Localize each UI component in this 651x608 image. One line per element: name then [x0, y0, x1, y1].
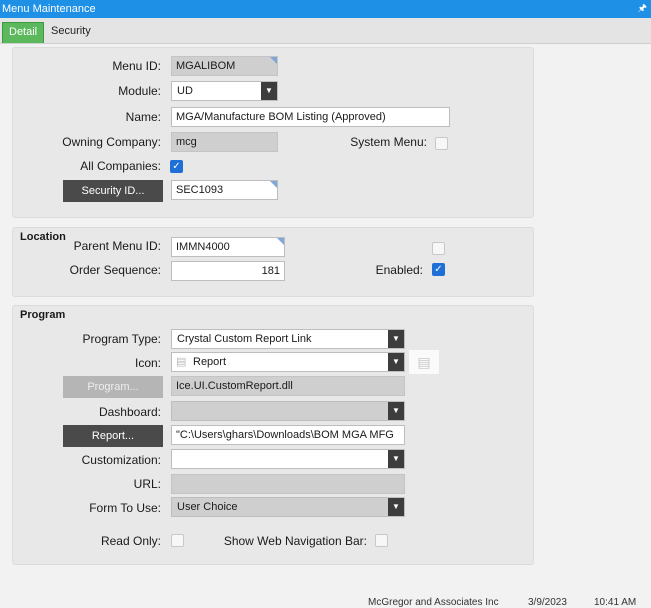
enabled-label: Enabled: — [375, 263, 423, 277]
module-value: UD — [177, 85, 193, 97]
program-type-label: Program Type: — [82, 332, 161, 346]
icon-value: Report — [193, 356, 227, 368]
tab-bar: Detail Security — [0, 18, 651, 44]
menu-id-field[interactable]: MGALIBOM — [171, 56, 278, 76]
show-web-nav-label: Show Web Navigation Bar: — [223, 534, 367, 548]
program-type-value: Crystal Custom Report Link — [177, 333, 312, 345]
customization-select[interactable]: ▼ — [171, 449, 405, 469]
form-to-use-label: Form To Use: — [89, 501, 161, 515]
owning-company-label: Owning Company: — [62, 135, 161, 149]
security-id-field[interactable]: SEC1093 — [171, 180, 278, 200]
form-to-use-select[interactable]: User Choice ▼ — [171, 497, 405, 517]
window-title-bar: Menu Maintenance 🖈 — [0, 0, 651, 18]
dashboard-label: Dashboard: — [98, 405, 161, 419]
name-field[interactable]: MGA/Manufacture BOM Listing (Approved) — [171, 107, 450, 127]
detail-panel: Menu ID: MGALIBOM Module: UD ▼ Name: MGA… — [12, 47, 534, 218]
status-company: McGregor and Associates Inc — [368, 597, 499, 608]
location-checkbox[interactable] — [432, 242, 445, 255]
system-menu-checkbox[interactable] — [435, 137, 448, 150]
all-companies-checkbox[interactable]: ✓ — [170, 160, 183, 173]
pin-icon[interactable]: 🖈 — [638, 0, 647, 18]
location-panel: Location Parent Menu ID: IMMN4000 Order … — [12, 227, 534, 297]
url-label: URL: — [133, 477, 161, 491]
chevron-down-icon[interactable]: ▼ — [388, 498, 404, 516]
checkmark-icon: ✓ — [434, 264, 443, 275]
chevron-down-icon[interactable]: ▼ — [388, 330, 404, 348]
icon-label: Icon: — [134, 356, 161, 370]
system-menu-label: System Menu: — [350, 135, 427, 149]
program-panel: Program Program Type: Crystal Custom Rep… — [12, 305, 534, 565]
icon-preview: ▤ — [409, 350, 439, 374]
name-label: Name: — [125, 110, 161, 124]
status-time: 10:41 AM — [594, 597, 637, 608]
chevron-down-icon[interactable]: ▼ — [388, 353, 404, 371]
order-sequence-label: Order Sequence: — [69, 263, 161, 277]
report-field[interactable]: "C:\Users\ghars\Downloads\BOM MGA MFG — [171, 425, 405, 445]
customization-label: Customization: — [81, 453, 161, 467]
tab-detail[interactable]: Detail — [2, 22, 45, 43]
read-only-label: Read Only: — [100, 534, 161, 548]
chevron-down-icon[interactable]: ▼ — [388, 450, 404, 468]
report-button[interactable]: Report... — [63, 425, 163, 447]
show-web-nav-checkbox[interactable] — [375, 534, 388, 547]
chevron-down-icon[interactable]: ▼ — [261, 82, 277, 100]
status-bar: McGregor and Associates Inc 3/9/2023 10:… — [0, 598, 651, 608]
parent-menu-id-field[interactable]: IMMN4000 — [171, 237, 285, 257]
all-companies-label: All Companies: — [80, 159, 161, 173]
form-to-use-value: User Choice — [177, 501, 238, 513]
icon-select[interactable]: ▤ Report ▼ — [171, 352, 405, 372]
status-date: 3/9/2023 — [528, 597, 567, 608]
enabled-checkbox[interactable]: ✓ — [432, 263, 445, 276]
dashboard-select[interactable]: ▼ — [171, 401, 405, 421]
read-only-checkbox[interactable] — [171, 534, 184, 547]
program-type-select[interactable]: Crystal Custom Report Link ▼ — [171, 329, 405, 349]
program-title: Program — [20, 309, 66, 321]
checkmark-icon: ✓ — [172, 161, 181, 172]
module-select[interactable]: UD ▼ — [171, 81, 278, 101]
program-field[interactable]: Ice.UI.CustomReport.dll — [171, 376, 405, 396]
chevron-down-icon[interactable]: ▼ — [388, 402, 404, 420]
order-sequence-field[interactable]: 181 — [171, 261, 285, 281]
program-button[interactable]: Program... — [63, 376, 163, 398]
menu-id-label: Menu ID: — [112, 59, 161, 73]
parent-menu-id-label: Parent Menu ID: — [73, 239, 161, 253]
security-id-button[interactable]: Security ID... — [63, 180, 163, 202]
window-title: Menu Maintenance — [2, 3, 96, 15]
tab-security[interactable]: Security — [45, 22, 97, 43]
module-label: Module: — [118, 84, 161, 98]
owning-company-field[interactable]: mcg — [171, 132, 278, 152]
url-field[interactable] — [171, 474, 405, 494]
document-icon: ▤ — [176, 356, 187, 368]
